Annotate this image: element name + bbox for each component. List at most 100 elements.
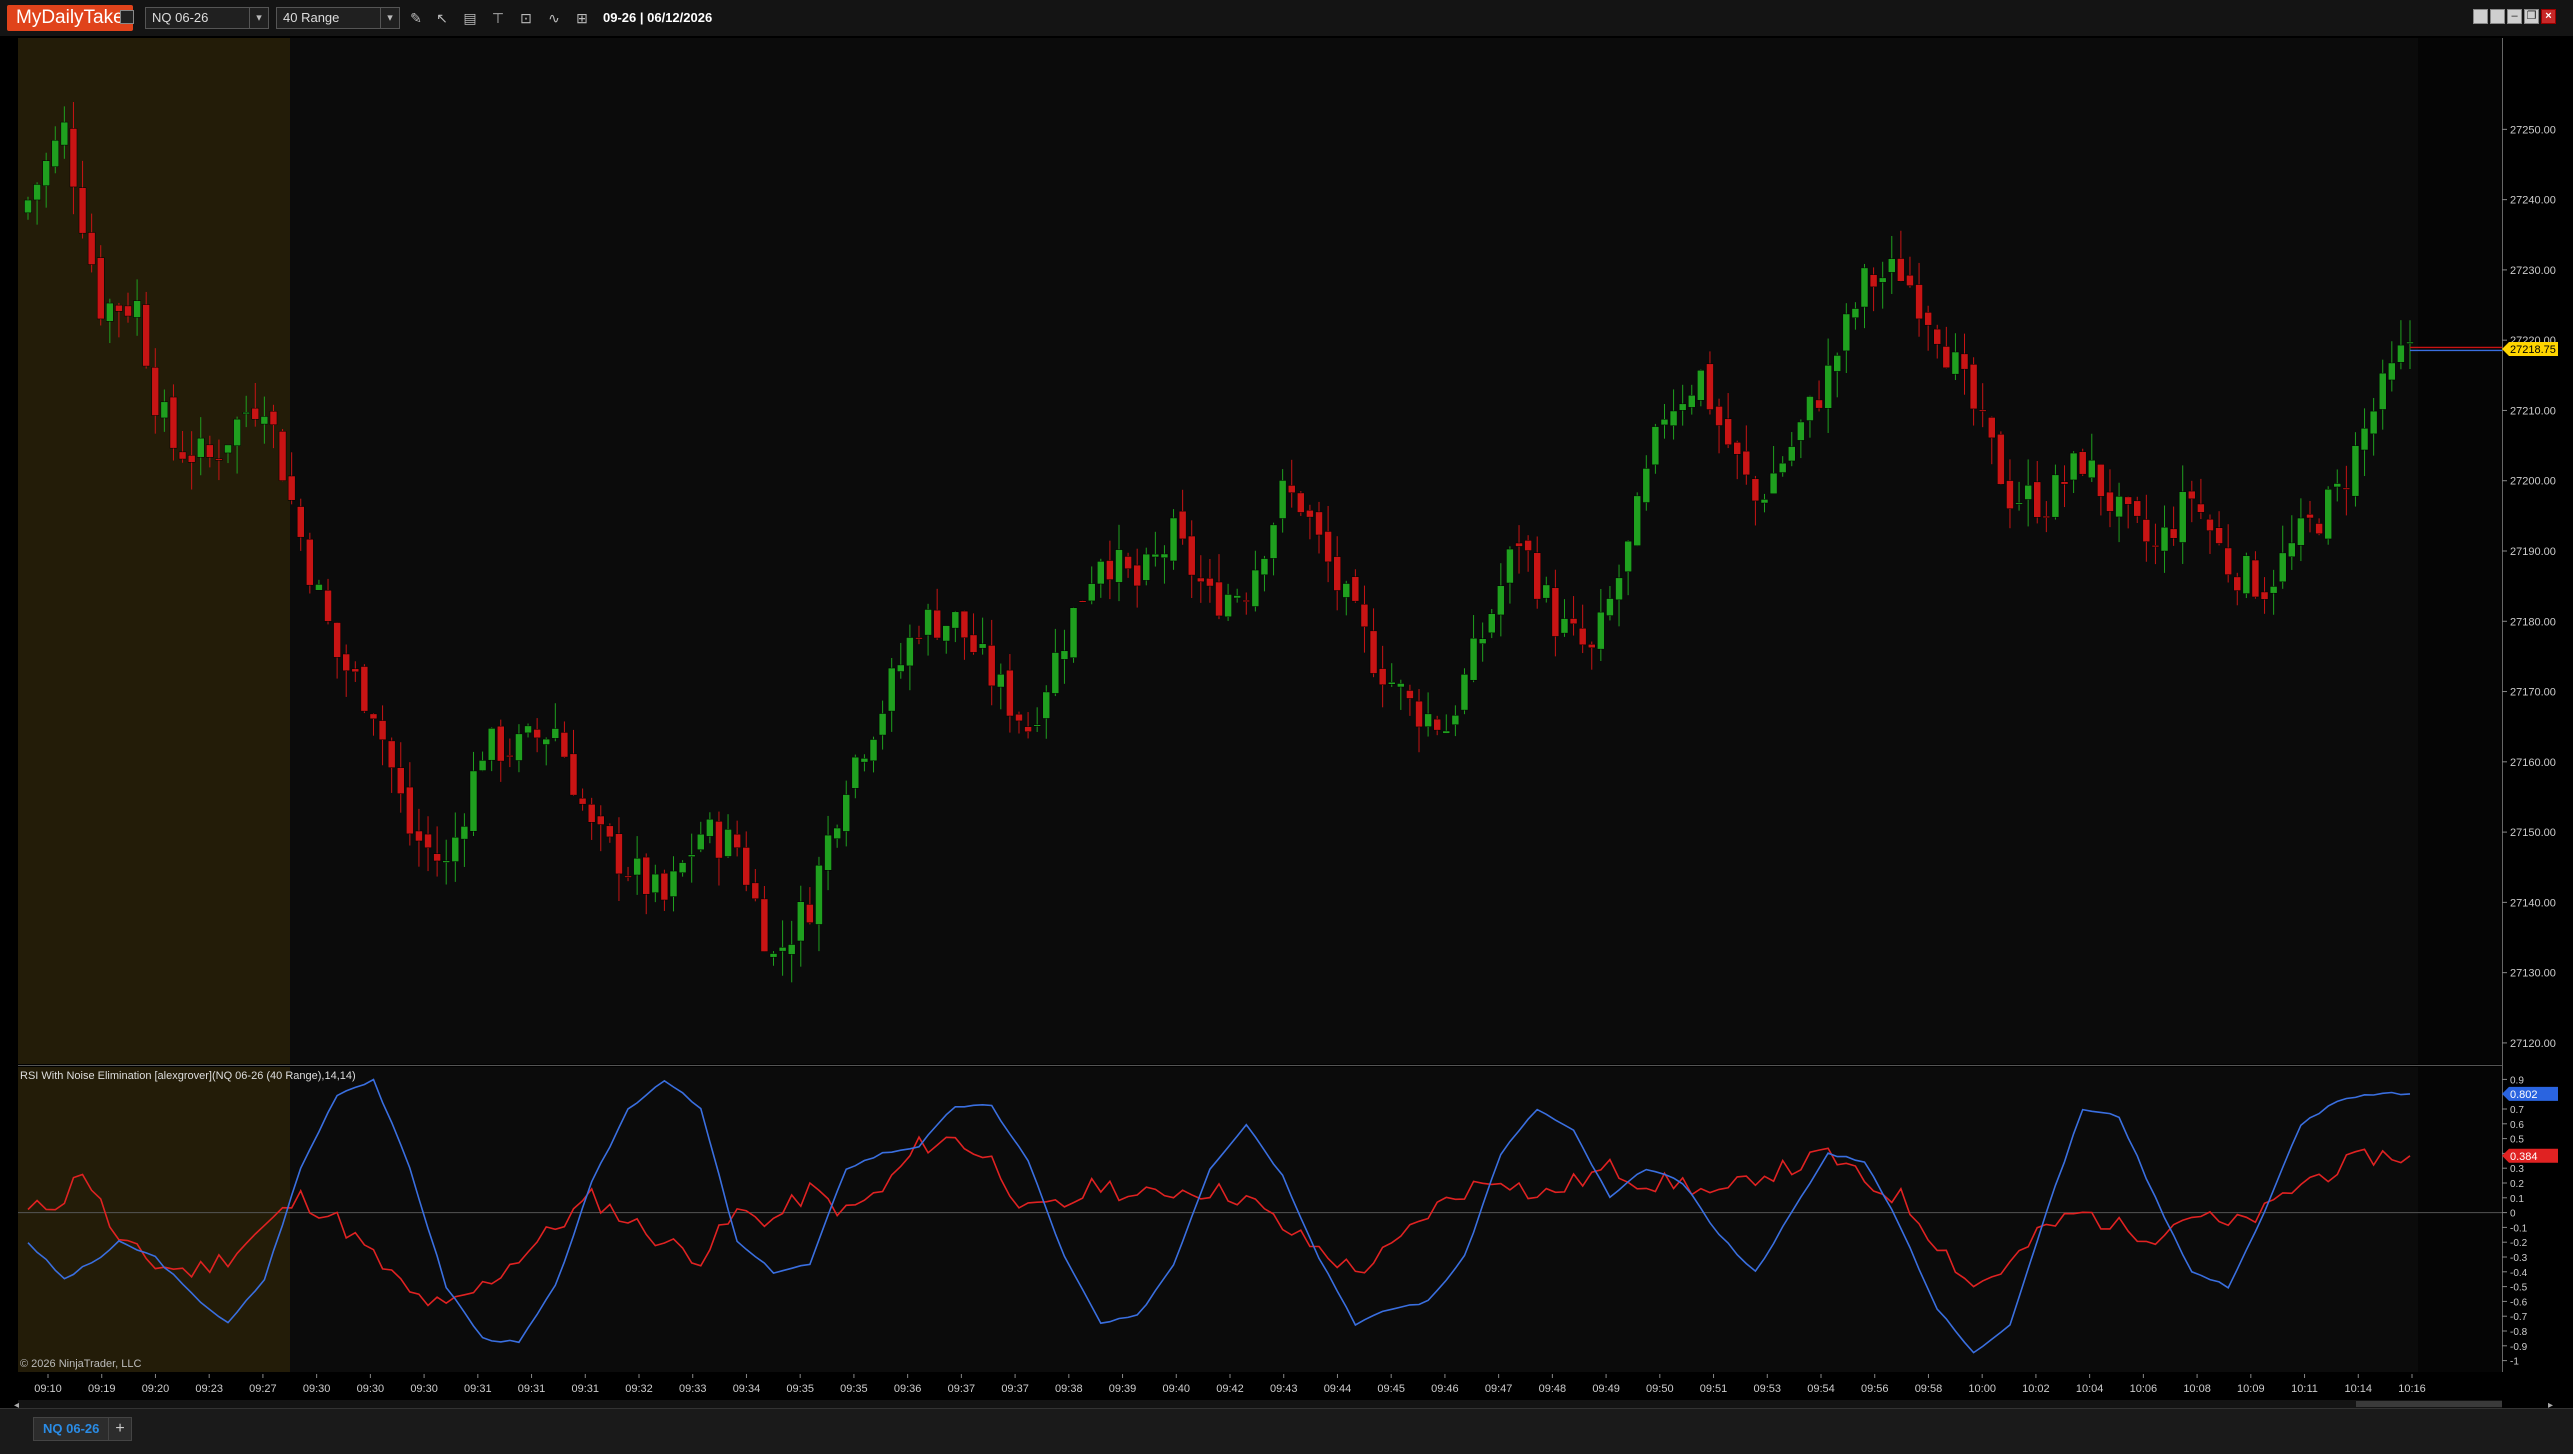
candle-down [206, 444, 214, 458]
candle-up [2115, 496, 2123, 518]
candle-down [733, 833, 741, 848]
candle-down [1742, 450, 1751, 476]
scrollbar-thumb[interactable] [2356, 1401, 2502, 1407]
rsi-tick-label: 0.5 [2510, 1135, 2524, 1146]
time-tick-label: 10:11 [2291, 1383, 2318, 1395]
data-box-icon[interactable]: ▤ [460, 8, 480, 28]
candle-up [1224, 594, 1232, 618]
candle-up [224, 444, 232, 454]
candle-down [1306, 510, 1314, 518]
candle-up [906, 637, 914, 667]
minimize-icon[interactable]: – [2507, 9, 2522, 24]
candle-down [2133, 500, 2142, 517]
scroll-right-icon[interactable]: ▸ [2548, 1400, 2553, 1408]
candle-up [1269, 524, 1278, 559]
candle-up [478, 760, 487, 771]
candle-up [2051, 474, 2060, 518]
pencil-icon[interactable]: ✎ [406, 8, 426, 28]
candle-down [1197, 577, 1205, 583]
candle-up [196, 437, 205, 458]
candle-up [60, 121, 69, 146]
rsi-tick-label: -0.3 [2510, 1253, 2528, 1264]
strategies-icon[interactable]: ⊞ [572, 8, 592, 28]
candle-up [1233, 595, 1241, 599]
candle-up [24, 199, 32, 214]
chevron-down-icon[interactable]: ▾ [380, 8, 399, 28]
time-tick-label: 10:09 [2237, 1383, 2265, 1395]
time-tick-label: 09:49 [1592, 1383, 1620, 1395]
candle-down [1869, 274, 1878, 288]
candle-up [1160, 553, 1169, 558]
candle-up [2278, 552, 2287, 583]
candle-up [542, 738, 550, 745]
candle-down [533, 729, 541, 739]
time-tick-label: 09:44 [1324, 1383, 1352, 1395]
candle-down [1433, 718, 1441, 731]
close-icon[interactable]: × [2541, 9, 2556, 24]
candle-down [2151, 545, 2160, 548]
zoom-icon[interactable]: ⊡ [516, 8, 536, 28]
candle-up [1851, 308, 1860, 318]
candle-up [706, 818, 714, 837]
candle-up [1042, 691, 1051, 719]
time-tick-label: 09:58 [1915, 1383, 1943, 1395]
candle-down [187, 455, 196, 463]
candle-up [1597, 611, 1605, 650]
rsi-tick-label: -0.9 [2510, 1342, 2528, 1353]
horizontal-scrollbar[interactable] [18, 1400, 2502, 1408]
time-tick-label: 09:23 [195, 1383, 223, 1395]
candle-down [497, 725, 505, 762]
candle-down [660, 872, 669, 901]
candle-down [1524, 540, 1532, 551]
instrument-select[interactable]: NQ 06-26 ▾ [145, 7, 269, 29]
scroll-left-icon[interactable]: ◂ [14, 1400, 19, 1408]
tile-icon[interactable] [2490, 9, 2505, 24]
tab-nq-06-26[interactable]: NQ 06-26 [33, 1417, 110, 1441]
candle-up [1342, 583, 1351, 598]
time-tick-label: 09:32 [625, 1383, 653, 1395]
candle-up [487, 728, 496, 761]
chart-menu-icon[interactable] [120, 10, 134, 24]
time-tick-label: 09:20 [142, 1383, 170, 1395]
candle-down [2033, 481, 2041, 518]
candle-up [669, 870, 678, 897]
bar-type-select[interactable]: 40 Range ▾ [276, 7, 400, 29]
restore-icon[interactable]: ❐ [2524, 9, 2539, 24]
rsi-tick-label: -0.5 [2510, 1283, 2528, 1294]
rsi-blue-badge: 0.802 [2502, 1086, 2558, 1101]
candle-up [1788, 446, 1796, 462]
drawing-tools-icon[interactable]: ⊤ [488, 8, 508, 28]
time-tick-label: 09:35 [786, 1383, 814, 1395]
candle-up [1833, 355, 1841, 372]
candle-down [1515, 542, 1523, 547]
candle-down [1815, 399, 1823, 409]
tile-icon[interactable] [2473, 9, 2488, 24]
candle-down [269, 411, 278, 426]
candle-down [1706, 363, 1714, 410]
candle-down [342, 653, 350, 672]
candle-up [460, 826, 469, 840]
price-tick-label: 27150.00 [2510, 827, 2556, 839]
candle-up [1469, 637, 1478, 681]
candle-down [351, 668, 360, 673]
time-tick-label: 10:14 [2345, 1383, 2373, 1395]
candle-down [1533, 552, 1541, 600]
rsi-tick-label: 0.3 [2510, 1164, 2524, 1175]
price-tick-label: 27230.00 [2510, 265, 2556, 277]
candle-down [2060, 481, 2069, 485]
candle-up [1778, 462, 1787, 473]
candle-up [878, 713, 887, 736]
candle-down [1124, 556, 1132, 569]
candle-down [1406, 690, 1414, 699]
pointer-icon[interactable]: ↖ [432, 8, 452, 28]
chevron-down-icon[interactable]: ▾ [249, 8, 268, 28]
candle-up [1397, 683, 1405, 688]
candle-down [615, 833, 623, 875]
candle-up [1069, 607, 1078, 658]
chart-area[interactable]: 27250.0027240.0027230.0027220.0027210.00… [0, 36, 2573, 1408]
candle-down [933, 609, 941, 639]
indicators-icon[interactable]: ∿ [544, 8, 564, 28]
add-tab-button[interactable]: + [108, 1417, 132, 1441]
candle-up [1506, 548, 1514, 584]
candle-up [1087, 583, 1096, 602]
